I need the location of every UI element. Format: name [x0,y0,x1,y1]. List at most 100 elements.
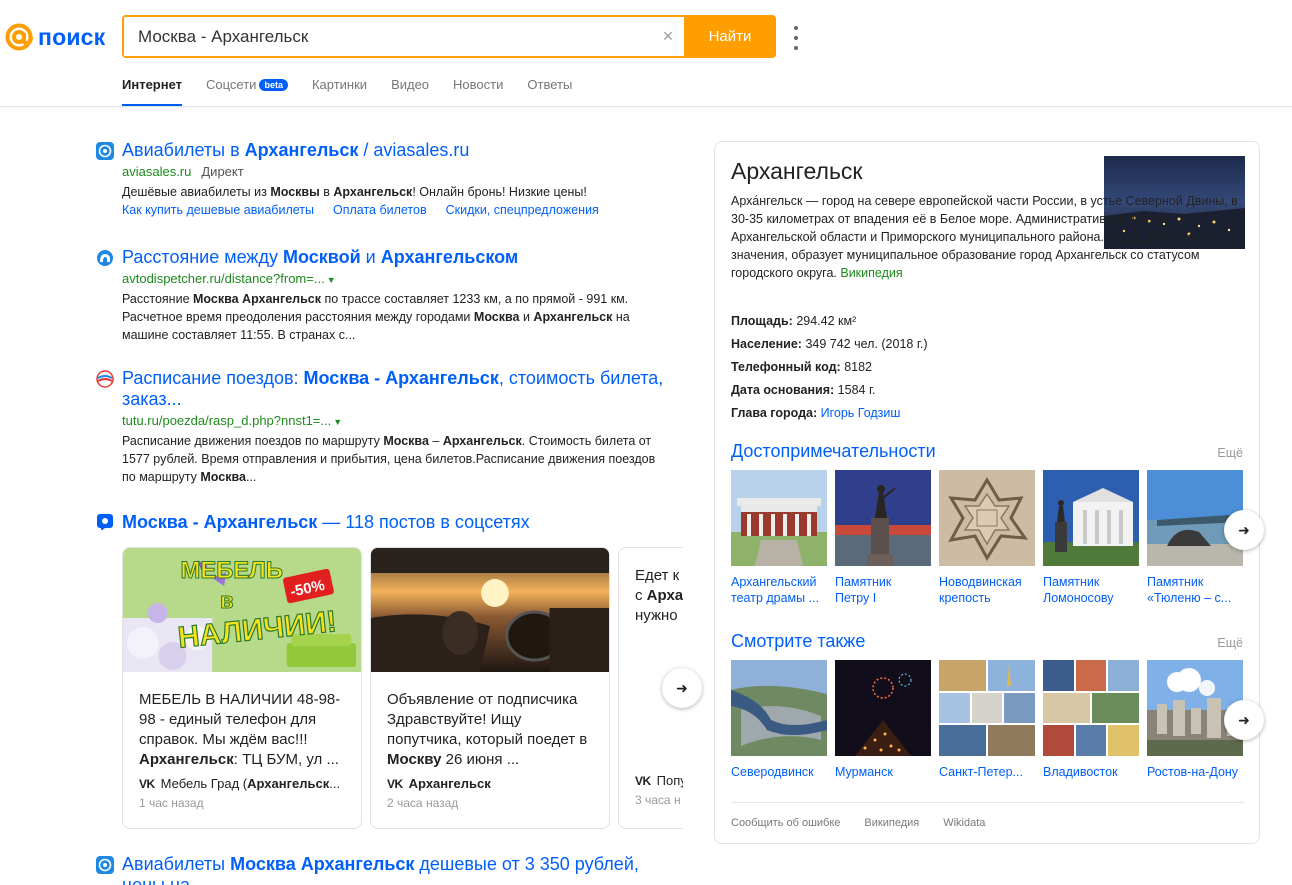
thumb-caption: Ростов-на-Дону [1147,765,1239,779]
tutu-icon [96,370,114,388]
sitelink[interactable]: Как купить дешевые авиабилеты [122,203,314,217]
tab-news[interactable]: Новости [453,77,503,107]
related-thumb[interactable]: Санкт-Петер... [939,660,1035,780]
thumb-caption: Архангельский театр драмы ... [731,575,820,605]
sitelink[interactable]: Скидки, спецпредложения [446,203,599,217]
result-url[interactable]: aviasales.ru Директ [122,164,686,179]
sights-more-link[interactable]: Ещё [1217,446,1243,460]
wikipedia-link[interactable]: Википедия [840,266,902,280]
related-more-link[interactable]: Ещё [1217,636,1243,650]
sight-thumb[interactable]: Новодвинская крепость [939,470,1035,606]
thumb-caption: Памятник Петру I [835,575,892,605]
wikipedia-footer-link[interactable]: Википедия [864,817,919,829]
related-thumb[interactable]: Владивосток [1043,660,1139,780]
card-source[interactable]: VK Мебель Град (Архангельск... [123,776,361,791]
tab-video[interactable]: Видео [391,77,429,107]
tab-label: Интернет [122,77,183,92]
related-title[interactable]: Смотрите также [731,631,865,652]
fact-row: Население: 349 742 чел. (2018 г.) [731,337,928,351]
thumb-caption: Северодвинск [731,765,814,779]
wikidata-link[interactable]: Wikidata [943,817,985,829]
tab-label: Картинки [311,77,368,92]
thumb-caption: Новодвинская крепость [939,575,1022,605]
result-title-link[interactable]: Расписание поездов: Москва - Архангельск… [122,368,686,410]
thumb-caption: Владивосток [1043,765,1118,779]
sight-thumb[interactable]: Архангельский театр драмы ... [731,470,827,606]
tab-images[interactable]: Картинки [312,77,367,107]
sitelink[interactable]: Оплата билетов [333,203,427,217]
social-card[interactable]: Объявление от подписчика Здравствуйте! И… [370,547,610,829]
knowledge-panel: Архангельск Арха́нгельск — город на севе… [714,141,1260,844]
kp-facts: Площадь: 294.42 км² Население: 349 742 ч… [731,314,928,429]
result-title-link[interactable]: Авиабилеты Москва Архангельск дешевые от… [122,854,686,885]
aviasales-icon [96,142,114,160]
fact-row: Дата основания: 1584 г. [731,383,876,397]
card-image: МЕБЕЛЬ в НАЛИЧИИ! -50% [123,548,361,672]
tab-answers[interactable]: Ответы [527,77,572,107]
mayor-link[interactable]: Игорь Годзиш [821,406,901,420]
card-image-text: МЕБЕЛЬ [181,557,283,584]
social-card[interactable]: МЕБЕЛЬ в НАЛИЧИИ! -50% МЕБЕЛЬ В НАЛИЧИИ … [122,547,362,829]
beta-badge: beta [259,79,288,91]
search-result: Расстояние между Москвой и Архангельском… [96,247,686,344]
sitelinks: Как купить дешевые авиабилеты Оплата бил… [122,203,686,217]
tab-internet[interactable]: Интернет [122,77,183,107]
tab-label: Видео [391,77,430,92]
social-posts-icon [97,514,113,530]
card-source[interactable]: VK Архангельск [371,776,609,791]
sight-thumb[interactable]: Памятник Петру I [835,470,931,606]
result-title-link[interactable]: Расстояние между Москвой и Архангельском [122,247,686,268]
tab-label: Новости [453,77,504,92]
result-snippet: Расписание движения поездов по маршруту … [122,434,656,484]
card-time: 2 часа назад [387,796,459,810]
vk-icon: VK [635,773,651,788]
thumb-caption: Памятник Ломоносову [1043,575,1114,605]
search-box: × Найти [122,15,776,58]
card-text: МЕБЕЛЬ В НАЛИЧИИ 48-98-98 - единый телеф… [139,691,341,768]
kp-description: Арха́нгельск — город на севере европейск… [731,194,1238,280]
sights-next-icon[interactable]: ➜ [1224,510,1264,550]
clear-icon[interactable]: × [652,17,684,56]
report-error-link[interactable]: Сообщить об ошибке [731,817,840,829]
result-url[interactable]: tutu.ru/poezda/rasp_d.php?nnst1=... ▼ [122,413,686,428]
tab-social[interactable]: Соцсети beta [206,77,288,107]
kp-footer: Сообщить об ошибке Википедия Wikidata [731,817,1009,829]
carousel-next-icon[interactable]: ➜ [662,668,702,708]
caret-down-icon[interactable]: ▼ [333,417,342,427]
sight-thumb[interactable]: Памятник Ломоносову [1043,470,1139,606]
thumb-image [835,660,931,756]
thumb-image [939,660,1035,756]
related-thumb[interactable]: Северодвинск [731,660,827,780]
result-snippet: Расстояние Москва Архангельск по трассе … [122,292,630,342]
caret-down-icon[interactable]: ▼ [327,275,336,285]
social-section-title[interactable]: Москва - Архангельск — 118 постов в соцс… [122,512,530,533]
thumb-image [939,470,1035,566]
aviasales-icon [96,856,114,874]
result-title-link[interactable]: Авиабилеты в Архангельск / aviasales.ru [122,140,686,161]
related-thumb[interactable]: Мурманск [835,660,931,780]
thumb-image [731,470,827,566]
social-cards-carousel: МЕБЕЛЬ в НАЛИЧИИ! -50% МЕБЕЛЬ В НАЛИЧИИ … [122,547,683,829]
mail-at-logo-icon [5,23,33,51]
more-menu-icon[interactable] [792,26,800,50]
result-snippet: Дешёвые авиабилеты из Москвы в Архангель… [122,185,587,199]
card-time: 1 час назад [139,796,204,810]
card-source[interactable]: VKПопу [619,773,683,788]
logo[interactable]: поиск [4,22,105,52]
thumb-image [1043,470,1139,566]
search-result: Расписание поездов: Москва - Архангельск… [96,368,686,486]
fact-row: Площадь: 294.42 км² [731,314,857,328]
search-button[interactable]: Найти [684,15,776,58]
related-next-icon[interactable]: ➜ [1224,700,1264,740]
result-url[interactable]: avtodispetcher.ru/distance?from=... ▼ [122,271,686,286]
tab-label: Соцсети [206,77,257,92]
header-divider [0,106,1292,107]
sights-carousel: Архангельский театр драмы ... Памятник Пет… [731,470,1243,610]
fact-row: Глава города: Игорь Годзиш [731,406,901,420]
related-carousel: Северодвинск Мурманск Санкт-Петер... Вла… [731,660,1243,800]
kp-title: Архангельск [731,158,863,184]
thumb-caption: Санкт-Петер... [939,765,1023,779]
sights-title[interactable]: Достопримечательности [731,441,936,462]
search-result: Авиабилеты Москва Архангельск дешевые от… [96,854,686,885]
search-input[interactable] [124,17,652,56]
